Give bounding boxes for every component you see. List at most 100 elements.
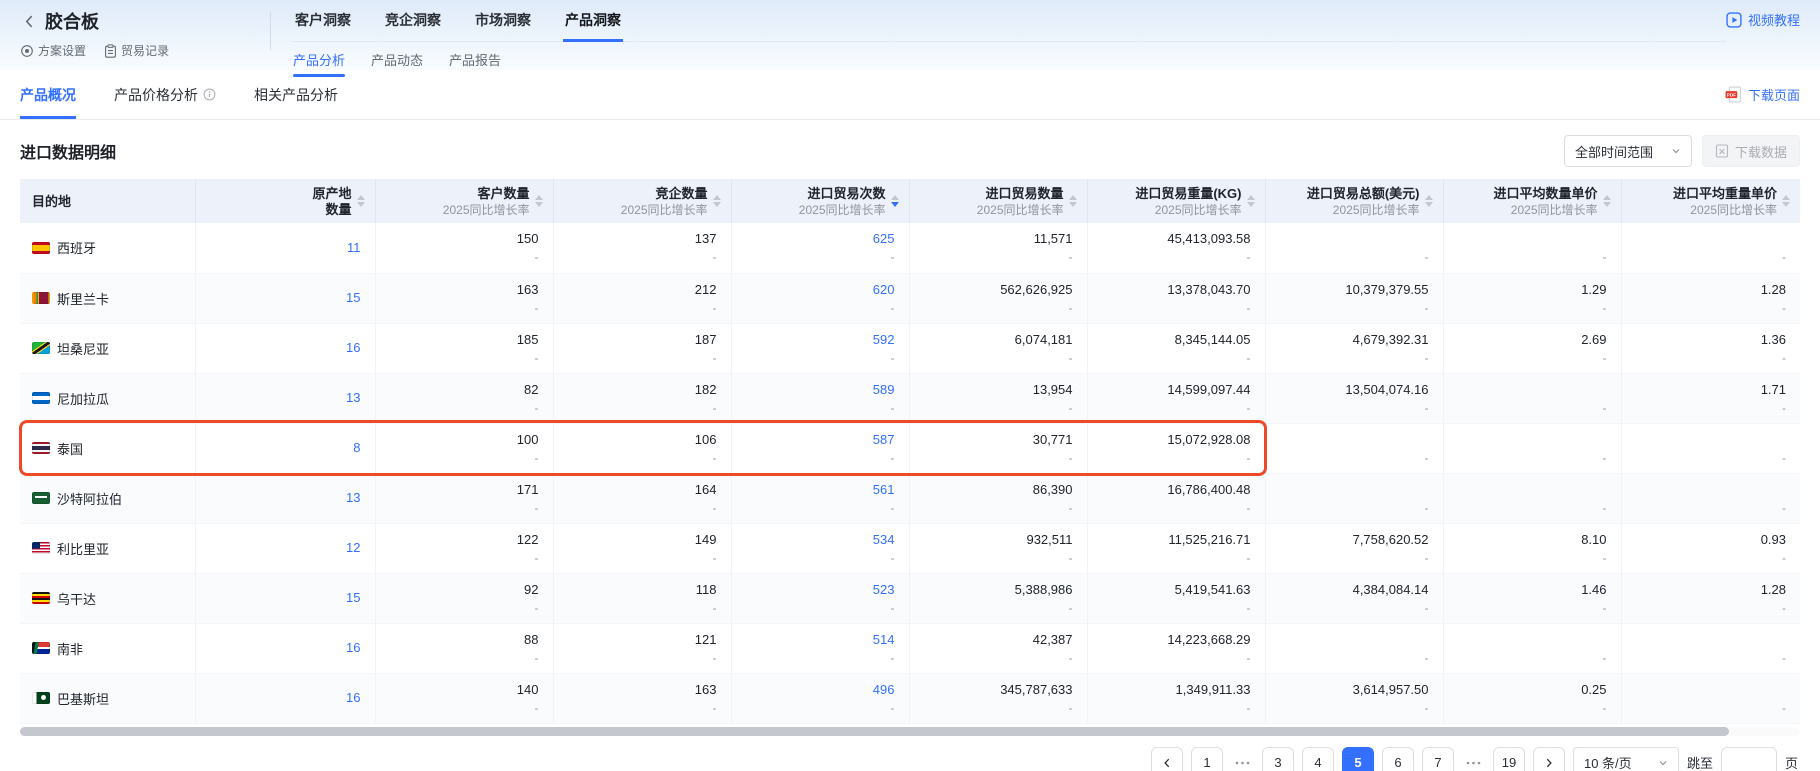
cell-value[interactable]: 587 <box>746 431 895 449</box>
scheme-settings-button[interactable]: 方案设置 <box>20 42 86 59</box>
trade-records-button[interactable]: 贸易记录 <box>104 42 169 59</box>
sort-carets-import-trade-amount-usd[interactable] <box>1425 195 1433 207</box>
sort-carets-import-avg-weight-price[interactable] <box>1782 195 1790 207</box>
origin-count-link[interactable]: 12 <box>346 540 360 555</box>
origin-count-link[interactable]: 13 <box>346 490 360 505</box>
cell-growth: - <box>746 601 895 616</box>
download-page-button[interactable]: PDF 下载页面 <box>1725 85 1800 104</box>
download-data-button[interactable]: 下载数据 <box>1702 135 1800 167</box>
nav-tab-market-insight[interactable]: 市场洞察 <box>473 4 533 42</box>
page-button-4[interactable]: 4 <box>1302 747 1334 771</box>
metric-cell-import-avg-quantity-price: 2.69- <box>1443 323 1621 373</box>
chevron-right-icon <box>1543 757 1555 769</box>
origin-count-link[interactable]: 15 <box>346 290 360 305</box>
tab-product-price-analysis[interactable]: 产品价格分析 <box>114 70 216 119</box>
column-header-import-trade-count[interactable]: 进口贸易次数2025同比增长率 <box>731 179 909 223</box>
jump-page-input[interactable] <box>1721 747 1777 771</box>
origin-count-link[interactable]: 8 <box>353 440 360 455</box>
cell-value[interactable]: 523 <box>746 581 895 599</box>
cell-value[interactable]: 589 <box>746 381 895 399</box>
column-header-import-avg-quantity-price[interactable]: 进口平均数量单价2025同比增长率 <box>1443 179 1621 223</box>
sort-carets-import-avg-quantity-price[interactable] <box>1603 195 1611 207</box>
cell-value[interactable]: 592 <box>746 331 895 349</box>
prev-page-button[interactable] <box>1151 747 1183 771</box>
next-page-button[interactable] <box>1533 747 1565 771</box>
tab-related-product-analysis[interactable]: 相关产品分析 <box>254 70 338 119</box>
page-button-6[interactable]: 6 <box>1382 747 1414 771</box>
horizontal-scrollbar-thumb[interactable] <box>20 727 1729 736</box>
cell-value: 1.29 <box>1458 281 1607 299</box>
sort-carets-competitor-count[interactable] <box>713 195 721 207</box>
metric-cell-import-avg-weight-price: - <box>1621 473 1800 523</box>
column-header-import-avg-weight-price[interactable]: 进口平均重量单价2025同比增长率 <box>1621 179 1800 223</box>
download-page-label: 下载页面 <box>1748 85 1800 104</box>
back-button[interactable] <box>20 12 39 31</box>
cell-value[interactable]: 620 <box>746 281 895 299</box>
sort-carets-import-trade-count[interactable] <box>891 195 899 207</box>
metric-cell-import-avg-weight-price: 0.93- <box>1621 523 1800 573</box>
column-header-origin-count[interactable]: 原产地数量 <box>195 179 375 223</box>
cell-growth: - <box>568 651 717 666</box>
nav-tab-product-insight[interactable]: 产品洞察 <box>563 4 623 42</box>
origin-count-cell: 13 <box>195 373 375 423</box>
sort-carets-customer-count[interactable] <box>535 195 543 207</box>
sort-carets-import-trade-weight-kg[interactable] <box>1247 195 1255 207</box>
cell-value[interactable]: 496 <box>746 681 895 699</box>
origin-count-link[interactable]: 15 <box>346 590 360 605</box>
cell-value[interactable]: 534 <box>746 531 895 549</box>
column-header-import-trade-amount-usd[interactable]: 进口贸易总额(美元)2025同比增长率 <box>1265 179 1443 223</box>
cell-growth: - <box>390 601 539 616</box>
page-button-19[interactable]: 19 <box>1493 747 1525 771</box>
origin-count-link[interactable]: 11 <box>347 240 361 255</box>
metric-cell-competitor-count: 149- <box>553 523 731 573</box>
cell-growth: - <box>390 401 539 416</box>
metric-cell-import-trade-quantity: 86,390- <box>909 473 1087 523</box>
cell-value: 92 <box>390 581 539 599</box>
page-button-5[interactable]: 5 <box>1342 747 1374 771</box>
sub-tab-product-news[interactable]: 产品动态 <box>371 50 423 77</box>
cell-growth: - <box>1458 701 1607 716</box>
sub-tab-product-report[interactable]: 产品报告 <box>449 50 501 77</box>
metric-cell-import-trade-count: 523 - <box>731 573 909 623</box>
sort-asc-icon <box>357 195 365 200</box>
origin-count-link[interactable]: 16 <box>346 690 360 705</box>
cell-value[interactable]: 514 <box>746 631 895 649</box>
more-pages-icon[interactable] <box>1231 761 1254 765</box>
page-button-1[interactable]: 1 <box>1191 747 1223 771</box>
tab-product-overview[interactable]: 产品概况 <box>20 70 76 119</box>
column-header-customer-count[interactable]: 客户数量2025同比增长率 <box>375 179 553 223</box>
column-header-import-trade-weight-kg[interactable]: 进口贸易重量(KG)2025同比增长率 <box>1087 179 1265 223</box>
sort-carets-import-trade-quantity[interactable] <box>1069 195 1077 207</box>
video-tutorial-link[interactable]: 视频教程 <box>1726 10 1800 29</box>
cell-value[interactable]: 561 <box>746 481 895 499</box>
cell-value <box>1280 631 1429 649</box>
nav-tab-customer-insight[interactable]: 客户洞察 <box>293 4 353 42</box>
sort-asc-icon <box>1603 195 1611 200</box>
destination-cell: 斯里兰卡 <box>20 273 195 323</box>
page-button-3[interactable]: 3 <box>1262 747 1294 771</box>
sort-carets-origin-count[interactable] <box>357 195 365 207</box>
column-header-import-trade-quantity[interactable]: 进口贸易数量2025同比增长率 <box>909 179 1087 223</box>
metric-cell-competitor-count: 163- <box>553 673 731 723</box>
page-title: 胶合板 <box>45 8 99 34</box>
cell-value: 13,504,074.16 <box>1280 381 1429 399</box>
cell-value[interactable]: 625 <box>746 230 895 248</box>
column-title: 竞企数量 <box>621 185 708 202</box>
cell-growth: - <box>924 701 1073 716</box>
cell-value: 1.28 <box>1636 281 1787 299</box>
time-range-select[interactable]: 全部时间范围 <box>1564 135 1692 167</box>
origin-count-link[interactable]: 16 <box>346 340 360 355</box>
column-title: 进口贸易总额(美元) <box>1307 185 1420 202</box>
cell-value: 13,378,043.70 <box>1102 281 1251 299</box>
origin-count-link[interactable]: 16 <box>346 640 360 655</box>
cell-value: 187 <box>568 331 717 349</box>
page-button-7[interactable]: 7 <box>1422 747 1454 771</box>
page-size-select[interactable]: 10 条/页 <box>1573 747 1679 771</box>
column-header-competitor-count[interactable]: 竞企数量2025同比增长率 <box>553 179 731 223</box>
cell-value <box>1636 481 1787 499</box>
more-pages-icon[interactable] <box>1462 761 1485 765</box>
origin-count-cell: 8 <box>195 423 375 473</box>
pdf-icon: PDF <box>1725 86 1742 103</box>
origin-count-link[interactable]: 13 <box>346 390 360 405</box>
nav-tab-competitor-insight[interactable]: 竞企洞察 <box>383 4 443 42</box>
